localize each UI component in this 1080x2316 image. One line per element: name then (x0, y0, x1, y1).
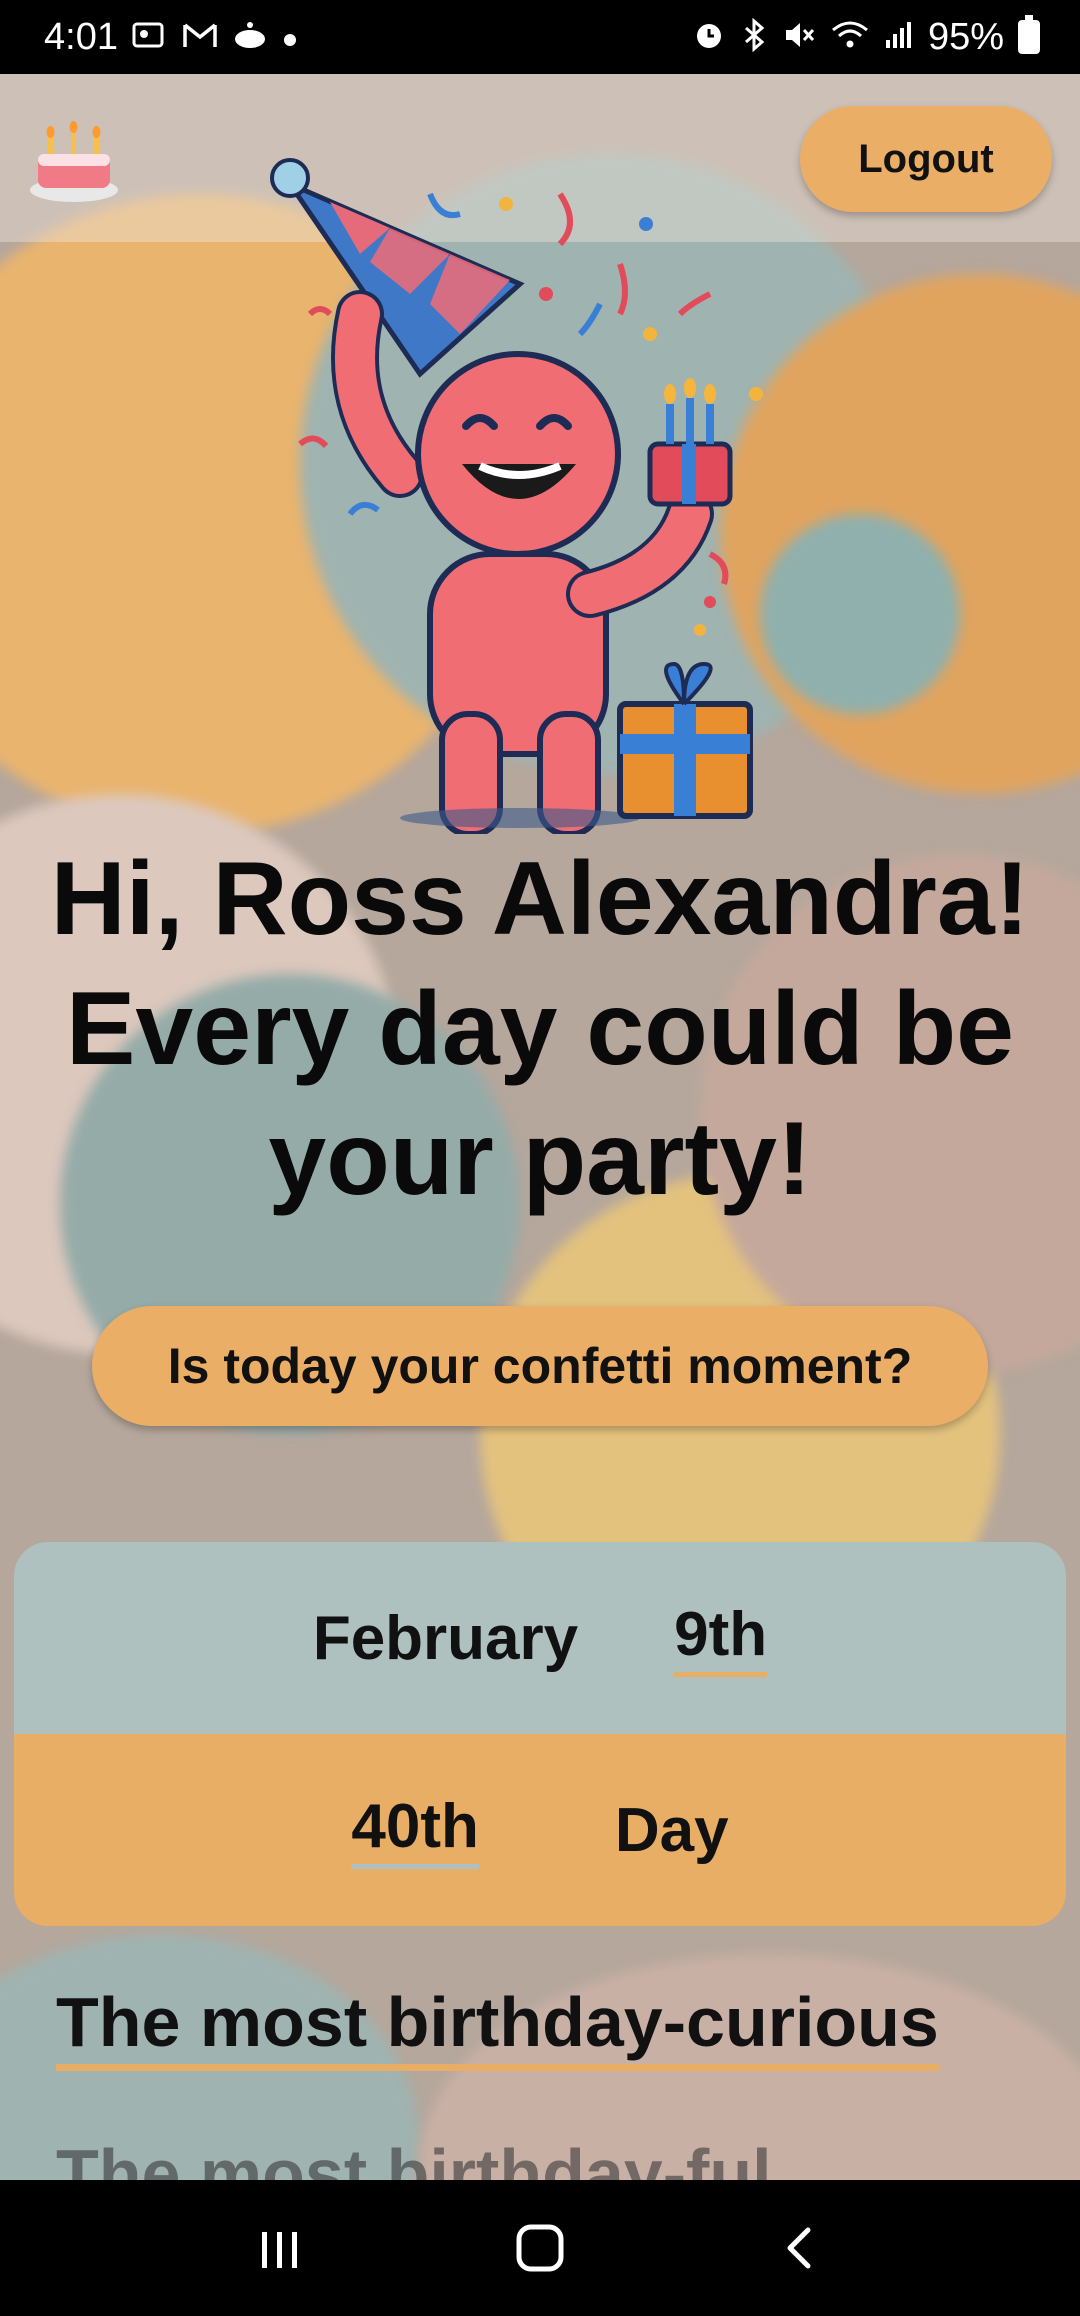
date-row-month-day: February 9th (14, 1542, 1066, 1734)
mute-icon (782, 18, 816, 57)
ordinal-label: 40th (351, 1791, 479, 1869)
signal-icon (884, 20, 914, 55)
section-heading-ful: The most birthday-ful (56, 2135, 772, 2180)
confetti-moment-button[interactable]: Is today your confetti moment? (92, 1306, 988, 1426)
clock: 4:01 (44, 15, 118, 58)
day-label: 9th (674, 1599, 768, 1677)
recent-apps-button[interactable] (240, 2208, 320, 2288)
home-button[interactable] (500, 2208, 580, 2288)
logout-button[interactable]: Logout (800, 106, 1052, 212)
month-label: February (312, 1603, 579, 1673)
home-icon (516, 2224, 564, 2272)
reddit-icon (232, 20, 268, 55)
date-row-ordinal: 40th Day (14, 1734, 1066, 1926)
system-nav-bar (0, 2180, 1080, 2316)
battery-icon (1018, 15, 1040, 54)
alarm-icon (692, 18, 726, 57)
birthday-cake-icon[interactable] (26, 112, 122, 208)
greeting-line-1: Hi, Ross Alexandra! (50, 841, 1030, 957)
recent-apps-icon (262, 2232, 297, 2268)
greeting-heading: Hi, Ross Alexandra! Every day could be y… (0, 834, 1080, 1224)
dot-icon (282, 21, 298, 53)
back-icon (787, 2227, 811, 2269)
back-button[interactable] (760, 2208, 840, 2288)
status-bar: 4:01 95% (0, 0, 1080, 74)
party-mascot-illustration (270, 158, 763, 834)
battery-percent: 95% (927, 15, 1004, 58)
wifi-icon (830, 18, 870, 57)
greeting-line-3: your party! (268, 1101, 812, 1217)
section-heading-curious: The most birthday-curious (56, 1982, 939, 2071)
status-left: 4:01 (44, 16, 298, 59)
photo-icon (132, 20, 168, 55)
date-card: February 9th 40th Day (14, 1542, 1066, 1926)
gmail-icon (182, 21, 218, 54)
app-viewport: Logout Hi, Ross Alexandra! Every day cou… (0, 74, 1080, 2180)
greeting-line-2: Every day could be (66, 971, 1014, 1087)
bluetooth-icon (740, 17, 768, 57)
unit-label: Day (614, 1795, 729, 1865)
status-right: 95% (692, 15, 1040, 59)
